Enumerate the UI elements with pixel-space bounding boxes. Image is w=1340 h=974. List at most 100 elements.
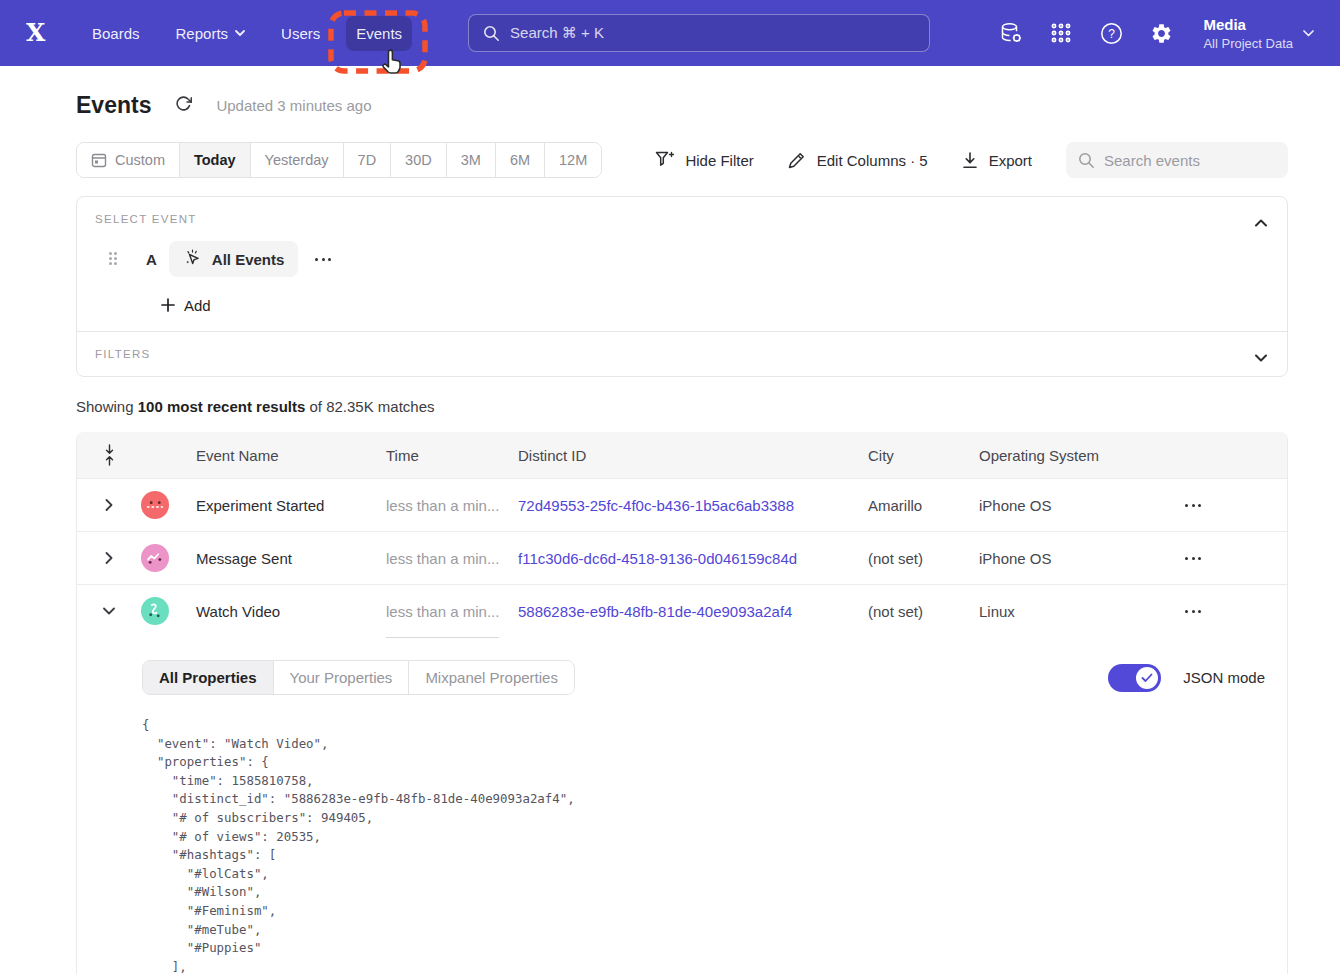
cell-time: less than a min... [386,497,518,514]
nav-events[interactable]: Events [346,16,412,51]
cell-event-name: Watch Video [171,603,386,620]
range-yesterday[interactable]: Yesterday [251,143,344,177]
event-avatar [141,491,169,519]
search-icon [483,25,500,42]
range-custom[interactable]: Custom [77,143,180,177]
cell-os: iPhone OS [979,497,1177,514]
sort-icon[interactable] [105,444,114,466]
svg-text:X: X [26,19,46,47]
events-table: Event Name Time Distinct ID City Operati… [76,432,1288,974]
tab-mixpanel-properties[interactable]: Mixpanel Properties [409,661,574,694]
refresh-icon[interactable] [175,95,192,117]
expand-row-icon[interactable] [77,552,141,564]
col-time[interactable]: Time [386,447,518,464]
row-more-icon[interactable] [1185,504,1201,507]
expand-filters-icon[interactable] [1255,348,1267,366]
mixpanel-logo[interactable]: X [26,19,50,47]
cell-event-name: Message Sent [171,550,386,567]
search-events-placeholder: Search events [1104,152,1200,169]
event-json-view: { "event": "Watch Video", "properties": … [142,716,1265,974]
event-avatar [141,544,169,572]
calendar-icon [91,152,107,168]
apps-grid-icon[interactable] [1049,21,1073,45]
search-icon [1078,152,1095,169]
collapse-section-icon[interactable] [1255,213,1267,231]
plus-icon [161,298,175,312]
cell-distinct-id-link[interactable]: f11c30d6-dc6d-4518-9136-0d046159c84d [518,550,868,567]
cell-os: iPhone OS [979,550,1177,567]
cell-distinct-id-link[interactable]: 72d49553-25fc-4f0c-b436-1b5ac6ab3388 [518,497,868,514]
nav-users[interactable]: Users [271,16,330,51]
date-range-picker: Custom Today Yesterday 7D 30D 3M 6M 12M [76,142,602,178]
table-row[interactable]: Message Sent less than a min... f11c30d6… [77,531,1287,584]
hand-cursor-icon [379,49,406,80]
event-sparkle-icon [183,249,203,269]
range-12m[interactable]: 12M [545,143,601,177]
settings-gear-icon[interactable] [1149,21,1173,45]
event-detail-panel: All Properties Your Properties Mixpanel … [77,638,1287,974]
event-selector-label: All Events [212,251,285,268]
cell-city: Amarillo [868,497,979,514]
collapse-row-icon[interactable] [77,607,141,615]
chevron-down-icon [1303,30,1314,37]
filter-icon [655,151,674,169]
primary-nav: Boards Reports Users Events [74,16,420,51]
export-button[interactable]: Export [962,152,1032,169]
nav-reports[interactable]: Reports [166,16,256,51]
table-row[interactable]: Experiment Started less than a min... 72… [77,478,1287,531]
help-icon[interactable]: ? [1099,21,1123,45]
cell-city: (not set) [868,603,979,620]
table-row-expanded[interactable]: Watch Video less than a min... 5886283e-… [77,584,1287,637]
json-mode-toggle[interactable] [1108,664,1161,692]
project-name: Media [1203,15,1293,35]
table-header: Event Name Time Distinct ID City Operati… [77,432,1287,478]
project-switcher[interactable]: Media All Project Data [1203,15,1314,52]
row-more-icon[interactable] [1185,557,1201,560]
data-management-icon[interactable] [999,21,1023,45]
event-selector-chip[interactable]: All Events [169,241,299,277]
drag-handle-icon[interactable] [109,252,120,267]
cell-city: (not set) [868,550,979,567]
col-distinct-id[interactable]: Distinct ID [518,447,868,464]
hide-filter-button[interactable]: Hide Filter [655,151,753,169]
cell-distinct-id-link[interactable]: 5886283e-e9fb-48fb-81de-40e9093a2af4 [518,603,868,620]
project-scope: All Project Data [1203,35,1293,52]
range-today[interactable]: Today [180,143,251,177]
range-6m[interactable]: 6M [496,143,545,177]
add-event-button[interactable]: Add [161,291,1269,319]
clause-more-icon[interactable] [315,258,331,261]
pencil-icon [788,151,806,169]
global-search-input[interactable]: Search ⌘ + K [468,14,930,52]
last-updated-text: Updated 3 minutes ago [216,97,371,114]
chevron-down-icon [235,30,245,36]
tab-all-properties[interactable]: All Properties [143,661,274,694]
tab-your-properties[interactable]: Your Properties [274,661,410,694]
event-avatar [141,597,169,625]
nav-boards-label: Boards [92,25,140,42]
top-navbar: X Boards Reports Users Events Search ⌘ +… [0,0,1340,66]
range-7d[interactable]: 7D [344,143,392,177]
range-30d[interactable]: 30D [391,143,447,177]
page-title: Events [76,92,151,119]
filters-label: FILTERS [95,348,1269,360]
edit-columns-button[interactable]: Edit Columns · 5 [788,151,928,169]
nav-events-label: Events [356,25,402,42]
global-search-placeholder: Search ⌘ + K [510,24,604,42]
download-icon [962,152,978,169]
range-3m[interactable]: 3M [447,143,496,177]
results-summary: Showing 100 most recent results of 82.35… [76,398,1288,415]
nav-boards[interactable]: Boards [82,16,150,51]
properties-tabs: All Properties Your Properties Mixpanel … [142,660,575,695]
col-city[interactable]: City [868,447,979,464]
col-event-name[interactable]: Event Name [171,447,386,464]
expand-row-icon[interactable] [77,499,141,511]
row-more-icon[interactable] [1185,610,1201,613]
clause-letter: A [146,251,157,268]
check-icon [1141,673,1153,683]
col-operating-system[interactable]: Operating System [979,447,1177,464]
search-events-input[interactable]: Search events [1066,142,1288,178]
svg-text:?: ? [1108,27,1115,41]
json-mode-label: JSON mode [1183,669,1265,686]
range-custom-label: Custom [115,143,165,177]
nav-reports-label: Reports [176,25,229,42]
